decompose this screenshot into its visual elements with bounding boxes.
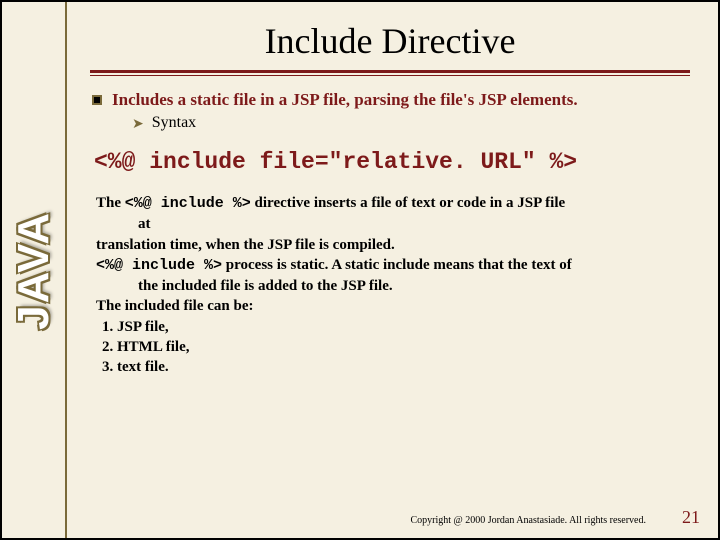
li1: 1. JSP file,	[96, 317, 690, 337]
copyright-text: Copyright @ 2000 Jordan Anastasiade. All…	[410, 515, 646, 526]
p3-rest: process is static. A static include mean…	[222, 257, 572, 273]
page-title: Include Directive	[90, 20, 690, 62]
syntax-label: Syntax	[152, 114, 196, 132]
description-block: The <%@ include %> directive inserts a f…	[96, 193, 690, 377]
arrow-icon: ➤	[132, 116, 144, 133]
syntax-bullet: ➤ Syntax	[132, 114, 690, 133]
java-logo-text: JAVA	[9, 211, 59, 330]
p4: The included file can be:	[96, 296, 690, 316]
p1-b: directive inserts a file of text or code…	[251, 195, 565, 211]
li2: 2. HTML file,	[96, 337, 690, 357]
sidebar: JAVA	[2, 2, 67, 538]
page-number: 21	[682, 507, 700, 528]
p1-a: The	[96, 195, 125, 211]
footer: Copyright @ 2000 Jordan Anastasiade. All…	[72, 507, 700, 528]
p1-code: <%@ include %>	[125, 195, 251, 212]
p3-code: <%@ include %>	[96, 257, 222, 274]
p2: translation time, when the JSP file is c…	[96, 235, 690, 255]
title-divider	[90, 70, 690, 76]
intro-text: Includes a static file in a JSP file, pa…	[112, 90, 578, 110]
diamond-icon	[92, 95, 102, 105]
p3-indent: the included file is added to the JSP fi…	[96, 276, 690, 296]
code-example: <%@ include file="relative. URL" %>	[94, 149, 690, 175]
slide-content: Include Directive Includes a static file…	[72, 2, 718, 538]
p1-indent: at	[96, 214, 690, 234]
intro-bullet: Includes a static file in a JSP file, pa…	[92, 90, 690, 110]
li3: 3. text file.	[96, 357, 690, 377]
